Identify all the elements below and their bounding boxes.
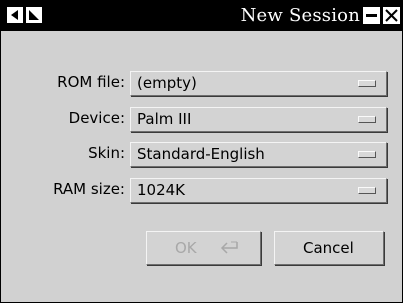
ok-button[interactable]: OK xyxy=(146,231,261,265)
rom-file-dropdown[interactable]: (empty) xyxy=(130,71,387,96)
triangle-left-icon xyxy=(11,10,18,20)
new-session-dialog: New Session ROM file: (empty) Device: Pa… xyxy=(0,0,403,303)
device-value: Palm III xyxy=(137,110,192,128)
dialog-body: ROM file: (empty) Device: Palm III Skin:… xyxy=(1,31,402,302)
return-key-icon xyxy=(220,241,238,254)
option-menu-indicator-icon xyxy=(358,187,376,194)
rom-file-label: ROM file: xyxy=(57,73,125,91)
triangle-corner-icon xyxy=(29,10,39,20)
minimize-icon xyxy=(364,8,379,23)
option-menu-indicator-icon xyxy=(358,80,376,87)
close-icon xyxy=(383,7,400,24)
ram-size-value: 1024K xyxy=(137,181,186,199)
minimize-button[interactable] xyxy=(363,7,380,24)
cancel-button-label: Cancel xyxy=(303,239,354,257)
device-label: Device: xyxy=(68,109,125,127)
rom-file-value: (empty) xyxy=(137,74,197,92)
cancel-button[interactable]: Cancel xyxy=(274,231,384,265)
ram-size-dropdown[interactable]: 1024K xyxy=(130,178,387,203)
option-menu-indicator-icon xyxy=(358,151,376,158)
shade-button[interactable] xyxy=(26,7,42,23)
close-button[interactable] xyxy=(383,7,400,24)
ok-button-label: OK xyxy=(175,239,197,257)
option-menu-indicator-icon xyxy=(358,116,376,123)
skin-label: Skin: xyxy=(88,144,125,162)
title-bar[interactable]: New Session xyxy=(1,1,402,31)
device-dropdown[interactable]: Palm III xyxy=(130,107,387,132)
window-menu-button[interactable] xyxy=(7,7,23,23)
window-title: New Session xyxy=(240,5,360,26)
ram-size-label: RAM size: xyxy=(53,180,125,198)
skin-dropdown[interactable]: Standard-English xyxy=(130,142,387,167)
skin-value: Standard-English xyxy=(137,145,265,163)
